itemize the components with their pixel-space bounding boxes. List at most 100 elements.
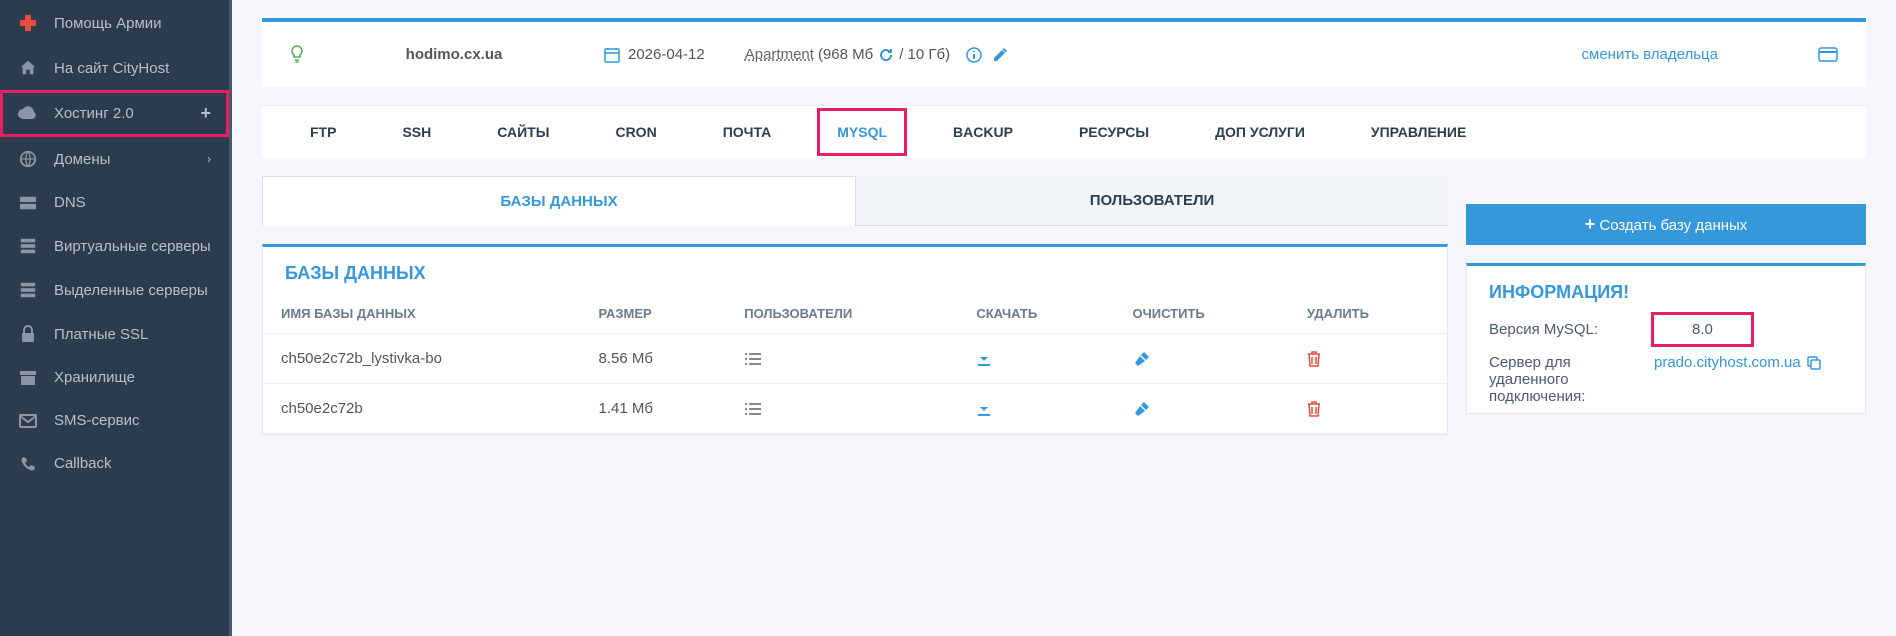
databases-panel: БАЗЫ ДАННЫХ ИМЯ БАЗЫ ДАННЫХ РАЗМЕР ПОЛЬЗ… (262, 244, 1448, 435)
mysql-version-value: 8.0 (1654, 315, 1751, 344)
expiry-date: 2026-04-12 (604, 46, 705, 63)
server-icon (18, 195, 38, 211)
clear-icon[interactable] (1133, 398, 1151, 418)
users-icon[interactable] (744, 348, 762, 368)
main-content: hodimo.cx.ua 2026-04-12 Apartment (968 М… (232, 0, 1896, 636)
subtab-users[interactable]: ПОЛЬЗОВАТЕЛИ (856, 176, 1448, 226)
tab-ftp[interactable]: FTP (288, 106, 358, 158)
subtab-databases[interactable]: БАЗЫ ДАННЫХ (262, 176, 856, 226)
mail-icon (18, 414, 38, 428)
calendar-icon (604, 46, 620, 63)
home-icon (18, 59, 38, 77)
sidebar-item-dns[interactable]: DNS (0, 181, 229, 224)
globe-icon (18, 150, 38, 168)
col-download: СКАЧАТЬ (958, 294, 1114, 334)
create-db-button[interactable]: + Создать базу данных (1466, 204, 1866, 245)
chevron-right-icon: › (207, 152, 211, 166)
tab-sites[interactable]: САЙТЫ (475, 106, 571, 158)
col-delete: УДАЛИТЬ (1289, 294, 1447, 334)
col-name: ИМЯ БАЗЫ ДАННЫХ (263, 294, 580, 334)
sidebar-item-callback[interactable]: Callback (0, 442, 229, 485)
info-panel: ИНФОРМАЦИЯ! Версия MySQL: 8.0 Сервер для… (1466, 263, 1866, 414)
expiry-date-value: 2026-04-12 (628, 46, 705, 63)
mysql-subtabs: БАЗЫ ДАННЫХ ПОЛЬЗОВАТЕЛИ (262, 176, 1448, 226)
sidebar-label: Виртуальные серверы (54, 238, 211, 255)
databases-table: ИМЯ БАЗЫ ДАННЫХ РАЗМЕР ПОЛЬЗОВАТЕЛИ СКАЧ… (263, 294, 1447, 434)
sidebar-item-storage[interactable]: Хранилище (0, 356, 229, 399)
sidebar-item-dedicated[interactable]: Выделенные серверы (0, 268, 229, 312)
edit-icon[interactable] (992, 46, 1008, 63)
sidebar-item-army-help[interactable]: Помощь Армии (0, 0, 229, 46)
rack-icon (18, 281, 38, 299)
phone-icon (18, 456, 38, 472)
sidebar-item-hosting[interactable]: Хостинг 2.0 + (0, 90, 229, 137)
hosting-info-card: hodimo.cx.ua 2026-04-12 Apartment (968 М… (262, 18, 1866, 87)
sidebar-item-cityhost[interactable]: На сайт CityHost (0, 46, 229, 90)
mysql-version-label: Версия MySQL: (1489, 321, 1654, 338)
plus-icon[interactable]: + (200, 103, 211, 124)
sidebar-label: DNS (54, 194, 86, 211)
db-size: 8.56 Мб (580, 334, 726, 384)
tab-resources[interactable]: РЕСУРСЫ (1057, 106, 1171, 158)
sidebar-label: Выделенные серверы (54, 282, 208, 299)
tab-backup[interactable]: BACKUP (931, 106, 1035, 158)
sidebar-label: Callback (54, 455, 112, 472)
create-db-label: Создать базу данных (1599, 217, 1747, 234)
info-panel-title: ИНФОРМАЦИЯ! (1467, 266, 1865, 313)
hosting-domain: hodimo.cx.ua (344, 46, 564, 63)
tab-manage[interactable]: УПРАВЛЕНИЕ (1349, 106, 1488, 158)
layers-icon (18, 237, 38, 255)
tab-extras[interactable]: ДОП УСЛУГИ (1193, 106, 1327, 158)
col-size: РАЗМЕР (580, 294, 726, 334)
remote-server-label: Сервер для удаленного подключения: (1489, 354, 1654, 405)
users-icon[interactable] (744, 398, 762, 418)
delete-icon[interactable] (1307, 348, 1321, 368)
mysql-version-row: Версия MySQL: 8.0 (1467, 313, 1865, 346)
sidebar: Помощь Армии На сайт CityHost Хостинг 2.… (0, 0, 232, 636)
tariff-info: Apartment (968 Мб / 10 Гб) (745, 46, 1008, 63)
sidebar-label: Хостинг 2.0 (54, 105, 134, 122)
plus-icon: + (1585, 214, 1596, 234)
lock-icon (18, 325, 38, 343)
download-icon[interactable] (976, 398, 992, 418)
sidebar-label: Помощь Армии (54, 15, 162, 32)
delete-icon[interactable] (1307, 398, 1321, 418)
db-size: 1.41 Мб (580, 384, 726, 434)
card-icon[interactable] (1818, 44, 1838, 65)
tab-ssh[interactable]: SSH (380, 106, 453, 158)
sidebar-item-domains[interactable]: Домены › (0, 137, 229, 181)
refresh-icon[interactable] (879, 46, 893, 63)
sidebar-item-sms[interactable]: SMS-сервис (0, 399, 229, 442)
databases-panel-title: БАЗЫ ДАННЫХ (263, 247, 1447, 294)
tariff-used: (968 Мб (818, 46, 873, 63)
hosting-tabs: FTP SSH САЙТЫ CRON ПОЧТА MYSQL BACKUP РЕ… (262, 105, 1866, 158)
plus-cross-icon (18, 13, 38, 33)
tariff-name[interactable]: Apartment (745, 46, 814, 63)
info-icon[interactable] (966, 46, 982, 63)
tab-mail[interactable]: ПОЧТА (701, 106, 794, 158)
col-clear: ОЧИСТИТЬ (1115, 294, 1289, 334)
tab-cron[interactable]: CRON (593, 106, 678, 158)
sidebar-label: Платные SSL (54, 326, 148, 343)
sidebar-label: SMS-сервис (54, 412, 140, 429)
download-icon[interactable] (976, 348, 992, 368)
sidebar-label: Домены (54, 151, 110, 168)
remote-server-value: prado.cityhost.com.ua (1654, 354, 1843, 371)
sidebar-label: Хранилище (54, 369, 135, 386)
remote-server-row: Сервер для удаленного подключения: prado… (1467, 346, 1865, 413)
db-name: ch50e2c72b_lystivka-bo (263, 334, 580, 384)
change-owner-link[interactable]: сменить владельца (1582, 46, 1719, 63)
tariff-total: / 10 Гб) (899, 46, 950, 63)
table-row: ch50e2c72b_lystivka-bo 8.56 Мб (263, 334, 1447, 384)
lightbulb-icon[interactable] (290, 45, 304, 63)
db-name: ch50e2c72b (263, 384, 580, 434)
tab-mysql[interactable]: MYSQL (815, 106, 909, 158)
col-users: ПОЛЬЗОВАТЕЛИ (726, 294, 958, 334)
clear-icon[interactable] (1133, 348, 1151, 368)
sidebar-item-vps[interactable]: Виртуальные серверы (0, 224, 229, 268)
copy-icon[interactable] (1807, 354, 1821, 371)
table-row: ch50e2c72b 1.41 Мб (263, 384, 1447, 434)
sidebar-item-ssl[interactable]: Платные SSL (0, 312, 229, 356)
archive-icon (18, 370, 38, 386)
sidebar-label: На сайт CityHost (54, 60, 169, 77)
